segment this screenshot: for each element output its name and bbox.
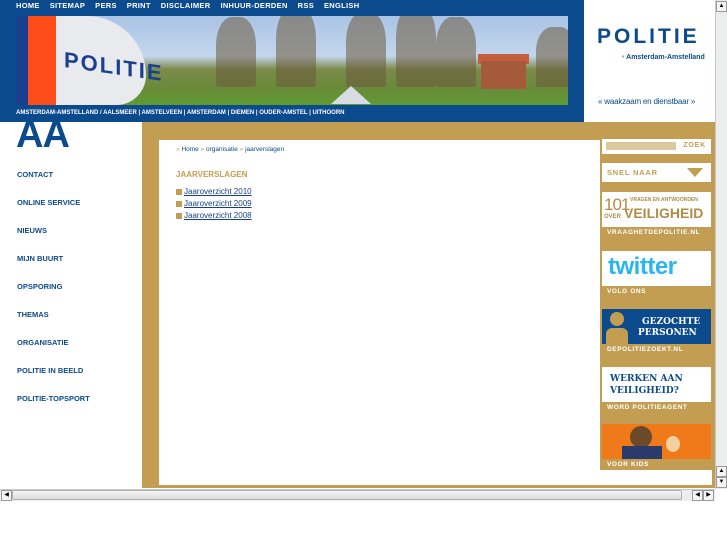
topnav-english[interactable]: ENGLISH	[324, 1, 359, 11]
region-abbreviation: AA	[16, 114, 70, 156]
breadcrumb-jaarverslagen[interactable]: jaarverslagen	[245, 146, 284, 153]
scroll-left-icon[interactable]: ◀	[1, 490, 12, 501]
bullet-icon	[176, 212, 182, 219]
topnav-inhuur-derden[interactable]: INHUUR-DERDEN	[220, 1, 287, 11]
topnav-disclaimer[interactable]: DISCLAIMER	[161, 1, 211, 11]
topnav-sitemap[interactable]: SITEMAP	[50, 1, 85, 11]
scroll-up-icon[interactable]: ▲	[716, 1, 727, 12]
breadcrumb: » Home » organisatie » jaarverslagen	[176, 146, 285, 153]
search-box: ZOEK	[602, 139, 711, 154]
logo-region: Amsterdam-Amstelland	[622, 54, 705, 61]
wanted-caption[interactable]: DEPOLITIEZOEKT.NL	[607, 346, 683, 353]
cartoon-kid	[666, 436, 680, 452]
sidebar-item-online-service[interactable]: ONLINE SERVICE	[17, 198, 80, 207]
sidebar-item-politie-in-beeld[interactable]: POLITIE IN BEELD	[17, 366, 83, 375]
sidebar-item-nieuws[interactable]: NIEUWS	[17, 226, 47, 235]
kids-caption[interactable]: VOOR KIDS	[607, 461, 649, 468]
politie-logo[interactable]: POLITIE	[597, 25, 700, 49]
topnav-rss[interactable]: RSS	[298, 1, 314, 11]
vertical-scrollbar[interactable]	[715, 0, 727, 489]
scroll-left-icon[interactable]: ◀	[692, 490, 703, 501]
cartoon-officer	[630, 426, 652, 448]
breadcrumb-home[interactable]: Home	[181, 146, 198, 153]
jobs-banner[interactable]: WERKEN AAN VEILIGHEID?	[602, 367, 711, 402]
list-item: Jaaroverzicht 2008	[176, 211, 252, 220]
page-title: JAARVERSLAGEN	[176, 170, 248, 179]
list-item: Jaaroverzicht 2009	[176, 199, 252, 208]
dropdown-arrow-icon	[687, 168, 703, 177]
quick-nav-select[interactable]: SNEL NAAR	[602, 163, 711, 182]
person-icon	[610, 312, 624, 326]
faq-caption[interactable]: VRAAGHETDEPOLITIE.NL	[607, 229, 700, 236]
faq-banner[interactable]: 101 OVER VRAGEN EN ANTWOORDEN VEILIGHEID	[602, 192, 711, 227]
document-link[interactable]: Jaaroverzicht 2008	[184, 211, 252, 220]
topnav-print[interactable]: PRINT	[127, 1, 151, 11]
sidebar-item-mijn-buurt[interactable]: MIJN BUURT	[17, 254, 63, 263]
banner-image: POLITIE	[16, 16, 568, 105]
scroll-up-icon[interactable]: ▲	[716, 466, 727, 477]
police-car: POLITIE	[16, 16, 164, 105]
breadcrumb-organisatie[interactable]: organisatie	[206, 146, 238, 153]
document-link[interactable]: Jaaroverzicht 2009	[184, 199, 252, 208]
sidebar-item-opsporing[interactable]: OPSPORING	[17, 282, 62, 291]
top-nav: HOME SITEMAP PERS PRINT DISCLAIMER INHUU…	[16, 1, 359, 11]
bullet-icon	[176, 200, 182, 207]
twitter-caption[interactable]: VOLG ONS	[607, 288, 646, 295]
sidebar-item-contact[interactable]: CONTACT	[17, 170, 53, 179]
kids-banner[interactable]	[602, 424, 711, 459]
wanted-banner[interactable]: GEZOCHTE PERSONEN	[602, 309, 711, 344]
search-input[interactable]	[606, 142, 676, 150]
document-link[interactable]: Jaaroverzicht 2010	[184, 187, 252, 196]
bullet-icon	[176, 188, 182, 195]
scroll-down-icon[interactable]: ▼	[716, 477, 727, 488]
slogan: « waakzaam en dienstbaar »	[598, 97, 696, 106]
jobs-caption[interactable]: WORD POLITIEAGENT	[607, 404, 688, 411]
search-button[interactable]: ZOEK	[683, 142, 706, 149]
list-item: Jaaroverzicht 2010	[176, 187, 252, 196]
sidebar-item-politie-topsport[interactable]: POLITIE-TOPSPORT	[17, 394, 90, 403]
sidebar-item-organisatie[interactable]: ORGANISATIE	[17, 338, 69, 347]
twitter-banner[interactable]: twitter	[602, 251, 711, 286]
horizontal-scroll-thumb[interactable]	[12, 490, 682, 500]
sidebar-item-themas[interactable]: THEMAS	[17, 310, 49, 319]
scroll-right-icon[interactable]: ▶	[703, 490, 714, 501]
topnav-pers[interactable]: PERS	[95, 1, 117, 11]
topnav-home[interactable]: HOME	[16, 1, 40, 11]
right-column	[600, 138, 713, 470]
